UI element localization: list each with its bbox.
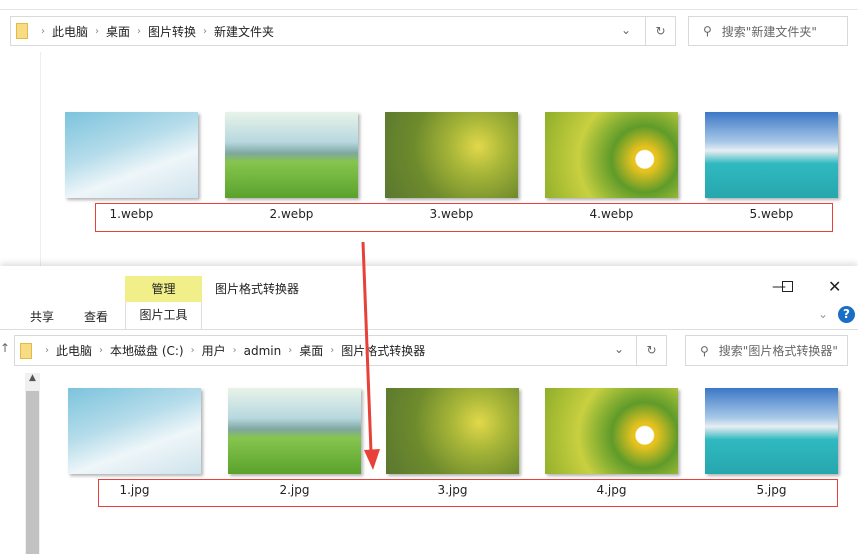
arrow-shaft	[361, 241, 373, 453]
annotation-arrow	[361, 241, 380, 470]
arrow-head	[364, 449, 380, 470]
